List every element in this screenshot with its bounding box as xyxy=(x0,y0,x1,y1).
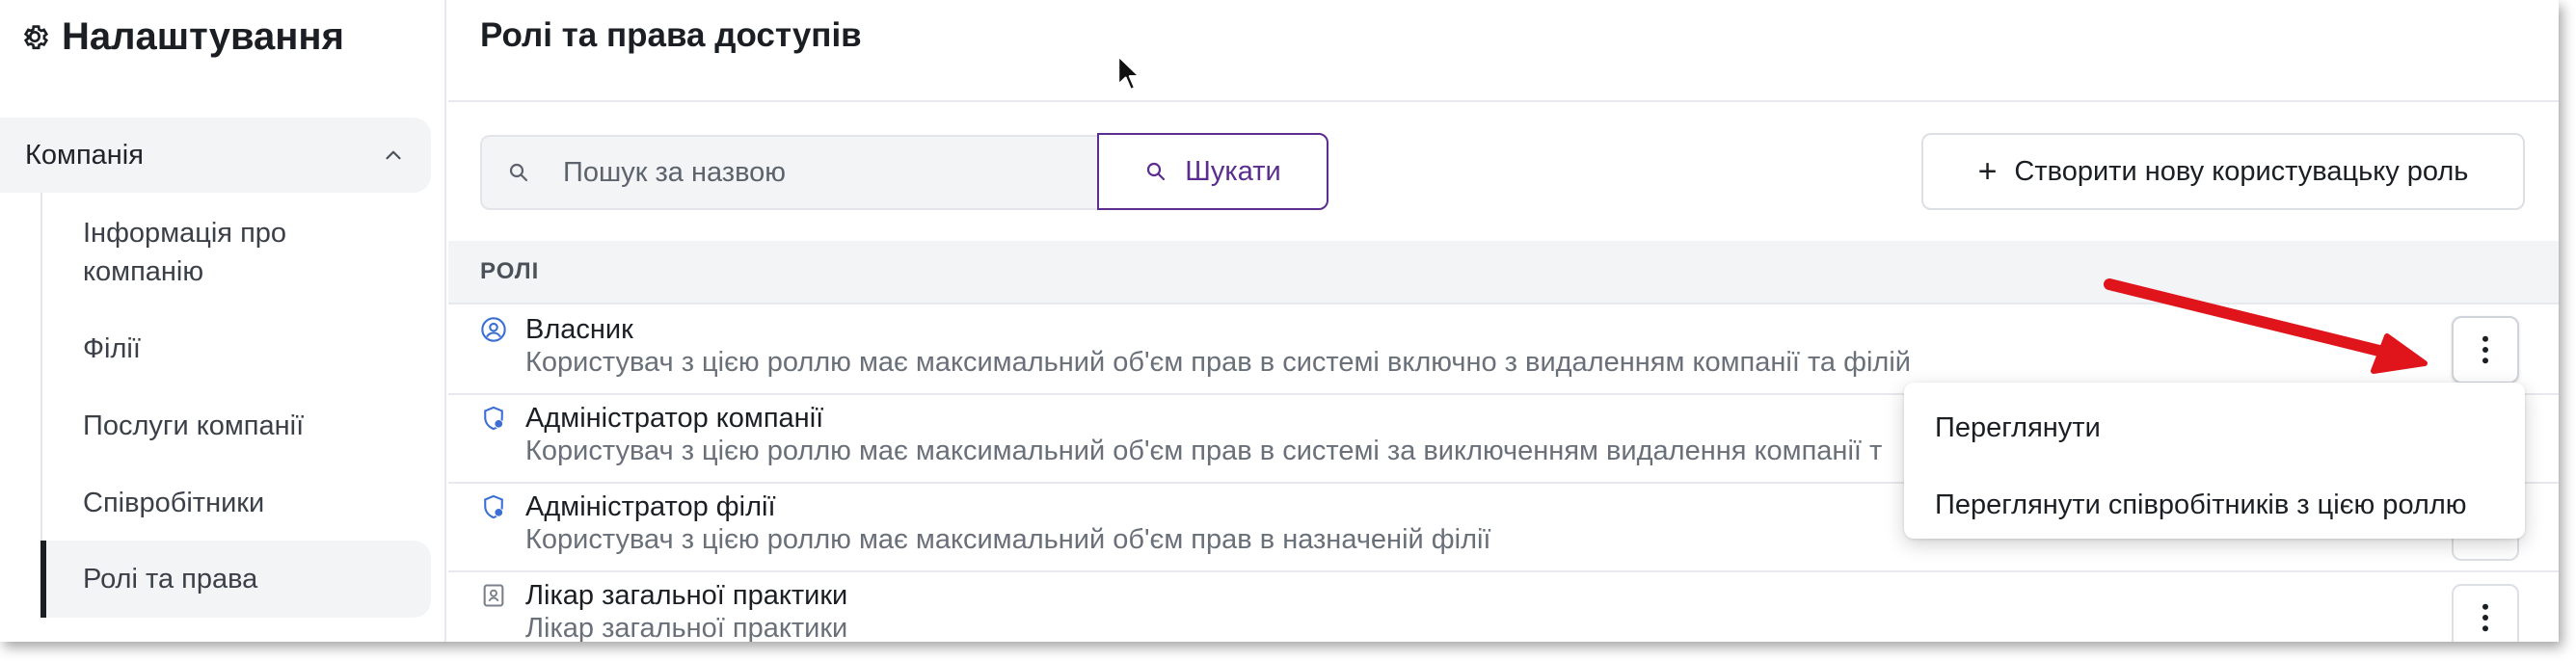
role-name: Лікар загальної практики xyxy=(525,580,848,611)
sidebar-item-label: Філії xyxy=(83,333,141,364)
shield-user-icon xyxy=(484,494,503,519)
table-row[interactable]: Лікар загальної практики Лікар загальної… xyxy=(448,572,2559,642)
role-description: Лікар загальної практики xyxy=(525,613,848,642)
sidebar-item-label: Співробітники xyxy=(83,488,265,518)
search-input[interactable] xyxy=(563,156,1084,189)
search-box xyxy=(480,135,1097,210)
sidebar-item-employees[interactable]: Співробітники xyxy=(40,482,431,524)
row-actions-button[interactable] xyxy=(2452,584,2519,642)
sidebar-item-roles[interactable]: Ролі та права xyxy=(40,541,431,618)
mouse-cursor-icon xyxy=(1116,54,1141,92)
menu-item-view-employees[interactable]: Переглянути співробітників з цією роллю xyxy=(1904,473,2525,537)
sidebar-section-label: Компанія xyxy=(25,139,144,171)
sidebar: Налаштування Компанія Інформація про ком… xyxy=(0,0,446,642)
roles-header-label: РОЛІ xyxy=(480,258,540,284)
menu-item-label: Переглянути співробітників з цією роллю xyxy=(1935,489,2467,520)
sidebar-item-company-info[interactable]: Інформація про компанію xyxy=(40,214,431,291)
row-actions-button[interactable] xyxy=(2452,316,2519,383)
app-window: Налаштування Компанія Інформація про ком… xyxy=(0,0,2559,642)
sidebar-item-label: Інформація про компанію xyxy=(83,218,287,287)
shield-user-icon xyxy=(484,406,503,431)
id-badge-icon xyxy=(483,584,504,607)
sidebar-item-services[interactable]: Послуги компанії xyxy=(40,405,431,447)
more-vertical-icon xyxy=(2482,603,2488,632)
more-vertical-icon xyxy=(2482,335,2488,364)
menu-item-label: Переглянути xyxy=(1935,411,2101,443)
sidebar-title-text: Налаштування xyxy=(62,14,344,58)
create-role-label: Створити нову користувацьку роль xyxy=(2014,155,2469,187)
sidebar-title: Налаштування xyxy=(19,10,344,64)
create-role-button[interactable]: + Створити нову користувацьку роль xyxy=(1921,133,2525,210)
sidebar-item-branches[interactable]: Філії xyxy=(40,328,431,370)
search-icon xyxy=(509,163,528,182)
plus-icon: + xyxy=(1977,153,1998,190)
role-name: Адміністратор компанії xyxy=(525,403,824,434)
menu-item-view[interactable]: Переглянути xyxy=(1904,396,2525,460)
role-description: Користувач з цією роллю має максимальний… xyxy=(525,524,1491,555)
sidebar-section-company[interactable]: Компанія xyxy=(0,118,431,193)
row-actions-menu: Переглянути Переглянути співробітників з… xyxy=(1904,383,2525,539)
role-description: Користувач з цією роллю має максимальний… xyxy=(525,347,1911,378)
header-divider xyxy=(448,100,2559,102)
annotation-arrow-icon xyxy=(2104,278,2428,374)
role-name: Адміністратор філії xyxy=(525,491,776,522)
user-circle-icon xyxy=(481,317,506,342)
page-title: Ролі та права доступів xyxy=(480,16,862,54)
role-description: Користувач з цією роллю має максимальний… xyxy=(525,436,1883,466)
chevron-up-icon xyxy=(386,150,401,160)
sidebar-item-label: Послуги компанії xyxy=(83,410,305,441)
role-name: Власник xyxy=(525,314,633,345)
search-button-label: Шукати xyxy=(1185,155,1281,187)
sidebar-item-label: Ролі та права xyxy=(83,564,258,595)
search-button[interactable]: Шукати xyxy=(1097,133,1328,210)
gear-icon xyxy=(23,25,49,50)
search-icon xyxy=(1147,162,1166,181)
